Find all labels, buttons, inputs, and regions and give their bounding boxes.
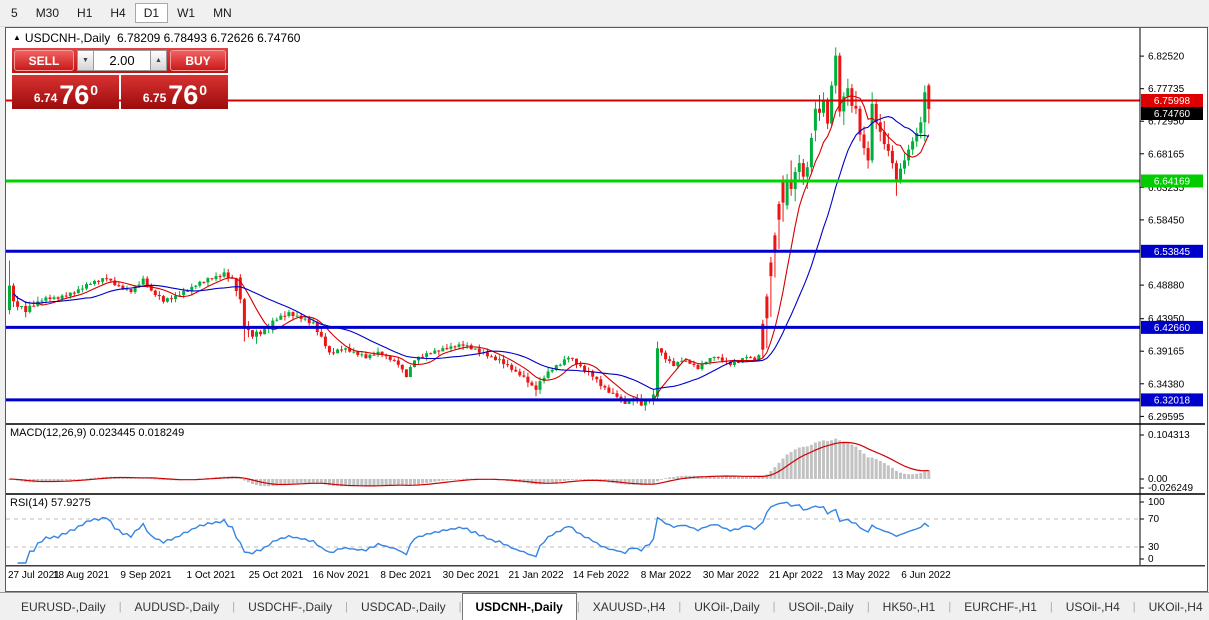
svg-text:6.74760: 6.74760	[1154, 109, 1191, 120]
current-price-label: 6.74760	[1141, 107, 1203, 120]
svg-text:100: 100	[1148, 497, 1165, 508]
volume-increase-icon[interactable]: ▲	[150, 50, 167, 71]
svg-text:6.32018: 6.32018	[1154, 395, 1191, 406]
timeframe-button-d1[interactable]: D1	[134, 3, 169, 23]
timeframe-button-mn[interactable]: MN	[204, 3, 241, 23]
date-tick-label: 14 Feb 2022	[573, 570, 630, 581]
buy-price-pips: 76	[168, 80, 199, 110]
date-tick-label: 1 Oct 2021	[187, 570, 236, 581]
price-tick-label: 6.29595	[1148, 412, 1185, 423]
trading-terminal: 5 M30 H1 H4 D1 W1 MN 6.82520 6.77735 6.72950 6.68…	[0, 0, 1209, 620]
panel-separator[interactable]	[6, 493, 1205, 495]
rsi-line	[17, 501, 930, 564]
sell-price-point: 0	[90, 82, 99, 98]
symbol-tab-hk50-h1[interactable]: HK50-,H1	[870, 593, 949, 620]
date-axis: 27 Jul 202118 Aug 2021 9 Sep 2021 1 Oct 20…	[8, 570, 951, 581]
price-tick-label: 6.68165	[1148, 149, 1185, 160]
timeframe-button-w1[interactable]: W1	[168, 3, 204, 23]
buy-price-major: 6.75	[142, 91, 167, 105]
svg-text:6.53845: 6.53845	[1154, 247, 1191, 258]
svg-text:0: 0	[1148, 554, 1154, 565]
date-tick-label: 30 Dec 2021	[443, 570, 500, 581]
symbol-tab-eurchf-h1[interactable]: EURCHF-,H1	[951, 593, 1050, 620]
symbol-tab-bar: EURUSD-,Daily | AUDUSD-,Daily | USDCHF-,Dail…	[0, 592, 1209, 620]
timeframe-bar: 5 M30 H1 H4 D1 W1 MN	[0, 3, 241, 23]
date-tick-label: 21 Apr 2022	[769, 570, 823, 581]
svg-text:70: 70	[1148, 514, 1160, 525]
resistance-line-label: 6.75998	[1141, 94, 1203, 107]
symbol-tab-usdcad-daily[interactable]: USDCAD-,Daily	[348, 593, 459, 620]
volume-input[interactable]: 2.00	[94, 50, 150, 71]
trade-panel-prices: 6.74 76 0 6.75 76 0	[12, 75, 228, 109]
symbol-tab-audusd-daily[interactable]: AUDUSD-,Daily	[122, 593, 233, 620]
chart-ohlc-values: 6.78209 6.78493 6.72626 6.74760	[116, 31, 301, 45]
date-tick-label: 8 Mar 2022	[641, 570, 692, 581]
date-tick-label: 9 Sep 2021	[120, 570, 172, 581]
sell-button[interactable]: SELL	[14, 50, 74, 71]
sell-price-box[interactable]: 6.74 76 0	[12, 75, 119, 109]
macd-label: MACD(12,26,9) 0.023445 0.018249	[10, 427, 184, 439]
buy-button[interactable]: BUY	[170, 50, 226, 71]
indicator-axis-labels: 0.1043130.00-0.02624910070300	[1140, 430, 1193, 565]
symbol-tab-ukoil-h4[interactable]: UKOil-,H4	[1136, 593, 1209, 620]
svg-text:6.64169: 6.64169	[1154, 177, 1191, 188]
chart-symbol-period: USDCNH-,Daily	[24, 31, 111, 45]
sell-price-pips: 76	[59, 80, 90, 110]
volume-decrease-icon[interactable]: ▼	[77, 50, 94, 71]
timeframe-toolbar: 5 M30 H1 H4 D1 W1 MN	[0, 0, 1209, 27]
timeframe-button-h4[interactable]: H4	[101, 3, 134, 23]
panel-separator[interactable]	[6, 423, 1205, 425]
price-tick-label: 6.77735	[1148, 84, 1185, 95]
price-tick-label: 6.48880	[1148, 281, 1185, 292]
date-tick-label: 6 Jun 2022	[901, 570, 951, 581]
svg-text:6.75998: 6.75998	[1154, 96, 1191, 107]
rsi-label: RSI(14) 57.9275	[10, 497, 91, 509]
svg-text:30: 30	[1148, 542, 1160, 553]
chart-title: ▲ USDCNH-,Daily 6.78209 6.78493 6.72626 6…	[13, 31, 300, 45]
symbol-tab-xauusd-h4[interactable]: XAUUSD-,H4	[580, 593, 679, 620]
collapse-arrow-icon[interactable]: ▲	[13, 33, 21, 42]
symbol-tab-usdcnh-daily[interactable]: USDCNH-,Daily	[461, 593, 577, 620]
price-tick-label: 6.82520	[1148, 52, 1185, 63]
svg-text:6.42660: 6.42660	[1154, 323, 1191, 334]
sell-price-major: 6.74	[33, 91, 58, 105]
trade-panel-controls: SELL ▼ 2.00 ▲ BUY	[12, 48, 228, 73]
date-tick-label: 13 May 2022	[832, 570, 890, 581]
one-click-trade-panel: SELL ▼ 2.00 ▲ BUY 6.74 76 0 6.75 76 0	[12, 48, 228, 109]
symbol-tab-usdchf-daily[interactable]: USDCHF-,Daily	[235, 593, 345, 620]
date-tick-label: 25 Oct 2021	[249, 570, 304, 581]
timeframe-button-m30[interactable]: M30	[27, 3, 68, 23]
date-tick-label: 18 Aug 2021	[53, 570, 110, 581]
date-tick-label: 30 Mar 2022	[703, 570, 760, 581]
volume-spinner: ▼ 2.00 ▲	[77, 50, 167, 71]
date-tick-label: 16 Nov 2021	[313, 570, 370, 581]
buy-price-point: 0	[199, 82, 208, 98]
chart-window: 6.82520 6.77735 6.72950 6.68165 6.63235 6.584…	[5, 27, 1208, 592]
level-line-label: 6.42660	[1141, 320, 1203, 334]
price-tick-label: 6.58450	[1148, 215, 1185, 226]
date-tick-label: 21 Jan 2022	[508, 570, 563, 581]
price-tick-label: 6.34380	[1148, 379, 1185, 390]
price-tick-label: 6.39165	[1148, 347, 1185, 358]
symbol-tab-usoil-h4[interactable]: USOil-,H4	[1053, 593, 1133, 620]
level-line-label: 6.32018	[1141, 393, 1203, 407]
support-line-label: 6.64169	[1141, 174, 1203, 188]
level-line-label: 6.53845	[1141, 244, 1203, 258]
timeframe-button-5[interactable]: 5	[2, 3, 27, 23]
symbol-tab-ukoil-daily[interactable]: UKOil-,Daily	[681, 593, 772, 620]
symbol-tab-eurusd-daily[interactable]: EURUSD-,Daily	[8, 593, 119, 620]
symbol-tab-usoil-daily[interactable]: USOil-,Daily	[775, 593, 866, 620]
date-tick-label: 8 Dec 2021	[380, 570, 432, 581]
buy-price-box[interactable]: 6.75 76 0	[121, 75, 228, 109]
svg-text:-0.026249: -0.026249	[1148, 483, 1193, 494]
panel-separator[interactable]	[6, 565, 1205, 567]
timeframe-button-h1[interactable]: H1	[68, 3, 101, 23]
svg-text:0.104313: 0.104313	[1148, 430, 1190, 441]
price-chart[interactable]: 6.825206.777356.729506.681656.632356.584…	[6, 28, 1205, 589]
